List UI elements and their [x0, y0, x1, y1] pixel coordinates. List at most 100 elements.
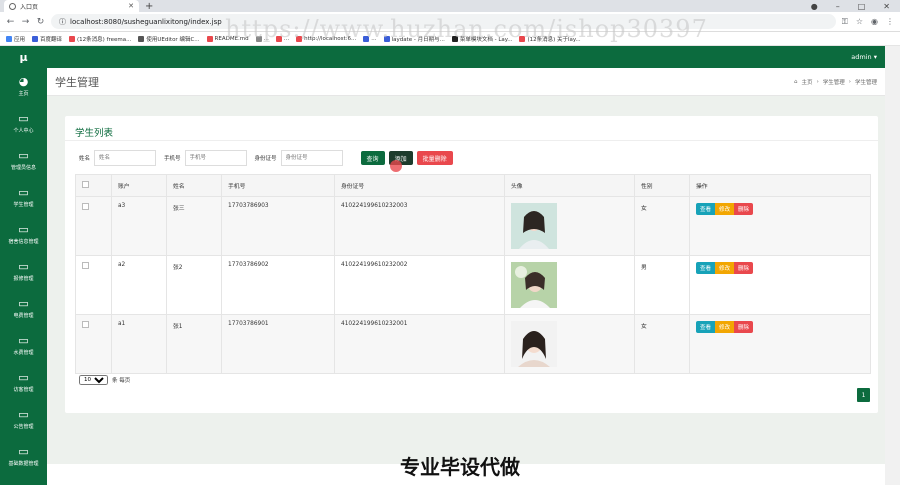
pagination-page-button[interactable]: 1	[857, 388, 870, 402]
bookmark-item[interactable]: (12条消息) freema...	[69, 35, 131, 43]
sidebar-item-notices[interactable]: ▭ 公告管理	[0, 401, 47, 438]
monitor-icon: ▭	[18, 334, 29, 347]
star-icon[interactable]: ☆	[856, 17, 863, 27]
bookmark-item[interactable]: 使用UEditor 编辑C...	[138, 35, 200, 43]
address-bar-row: ← → ↻ ⓘ localhost:8080/susheguanlixitong…	[0, 12, 900, 32]
key-icon[interactable]: ⚿	[842, 17, 848, 27]
bookmark-item[interactable]: http://localhost:6...	[296, 35, 356, 42]
name-filter-label: 姓名	[79, 156, 91, 162]
sidebar-item-profile[interactable]: ▭ 个人中心	[0, 105, 47, 142]
panel-divider	[65, 140, 878, 141]
delete-button[interactable]: 删除	[734, 262, 754, 274]
menu-icon[interactable]: ⋮	[886, 17, 894, 27]
sidebar-item-students[interactable]: ▭ 学生管理	[0, 179, 47, 216]
sidebar-item-home[interactable]: ◕ 主页	[0, 68, 47, 105]
delete-button[interactable]: 删除	[734, 321, 754, 333]
page-size-select[interactable]: 10	[79, 375, 108, 385]
sidebar-item-admins[interactable]: ▭ 管理员信息	[0, 142, 47, 179]
idcard-cell: 410224199610232003	[334, 196, 505, 256]
user-menu[interactable]: admin ▾	[851, 53, 885, 61]
actions-cell: 查看 修改 删除	[689, 314, 871, 374]
browser-tab[interactable]: 入口页 ✕	[4, 0, 139, 12]
sidebar-item-electricity[interactable]: ▭ 电费管理	[0, 290, 47, 327]
monitor-icon: ▭	[18, 408, 29, 421]
close-tab-icon[interactable]: ✕	[128, 2, 134, 10]
bookmark-item[interactable]: 百度翻译	[32, 35, 62, 43]
edit-button[interactable]: 修改	[715, 321, 735, 333]
bookmark-item[interactable]: ...	[363, 35, 377, 42]
bookmark-item[interactable]: laydate - 月日期与...	[383, 35, 445, 43]
edit-button[interactable]: 修改	[715, 262, 735, 274]
column-header: 头像	[504, 174, 635, 197]
monitor-icon: ▭	[18, 186, 29, 199]
bookmark-item[interactable]: 应用	[6, 35, 25, 43]
breadcrumb-home[interactable]: 主页	[802, 78, 813, 86]
page-title: 学生管理	[55, 75, 99, 89]
mouse-cursor-highlight	[390, 160, 402, 172]
bookmark-item[interactable]: 菜单模块文档 - Lay...	[451, 35, 512, 43]
bookmark-icon	[383, 35, 390, 42]
account-icon[interactable]: ◉	[871, 17, 878, 27]
search-button[interactable]: 查询	[360, 151, 385, 165]
bookmark-icon	[296, 35, 303, 42]
close-window-icon[interactable]: ✕	[883, 2, 890, 11]
bookmark-icon	[275, 35, 282, 42]
phone-cell: 17703786901	[221, 314, 335, 374]
sidebar-item-visitors[interactable]: ▭ 访客管理	[0, 364, 47, 401]
phone-filter-input[interactable]	[184, 150, 247, 166]
name-cell: 张1	[166, 314, 222, 374]
sidebar-item-basic-data[interactable]: ▭ 基础数据管理	[0, 438, 47, 475]
bookmark-item[interactable]: ...	[275, 35, 289, 42]
monitor-icon: ▭	[18, 371, 29, 384]
phone-cell: 17703786902	[221, 255, 335, 315]
new-tab-icon[interactable]: +	[145, 1, 153, 12]
home-icon: ⌂	[794, 78, 798, 85]
per-page-label: 条 每页	[112, 378, 131, 384]
account-cell: a1	[111, 314, 167, 374]
row-checkbox[interactable]	[82, 203, 89, 210]
url-field[interactable]: ⓘ localhost:8080/susheguanlixitong/index…	[51, 14, 836, 29]
table-header-row: 账户 姓名 手机号 身份证号 头像 性别 操作	[75, 174, 871, 197]
delete-button[interactable]: 删除	[734, 203, 754, 215]
window-controls: ● – □ ✕	[811, 2, 900, 11]
bookmark-icon	[69, 35, 76, 42]
row-select-cell	[75, 255, 112, 315]
bookmark-icon	[363, 35, 370, 42]
sidebar-item-dorms[interactable]: ▭ 宿舍信息管理	[0, 216, 47, 253]
row-select-cell	[75, 314, 112, 374]
sidebar-item-water[interactable]: ▭ 水费管理	[0, 327, 47, 364]
view-button[interactable]: 查看	[696, 321, 716, 333]
actions-cell: 查看 修改 删除	[689, 196, 871, 256]
monitor-icon: ▭	[18, 112, 29, 125]
name-filter-input[interactable]	[94, 150, 157, 166]
avatar-cell	[504, 196, 635, 256]
view-button[interactable]: 查看	[696, 262, 716, 274]
row-checkbox[interactable]	[82, 262, 89, 269]
select-all-checkbox[interactable]	[82, 181, 89, 188]
view-button[interactable]: 查看	[696, 203, 716, 215]
row-checkbox[interactable]	[82, 321, 89, 328]
sidebar-item-repairs[interactable]: ▭ 报修管理	[0, 253, 47, 290]
edit-button[interactable]: 修改	[715, 203, 735, 215]
panel-title: 学生列表	[75, 128, 114, 139]
forward-icon[interactable]: →	[21, 17, 30, 27]
idcard-filter-input[interactable]	[280, 150, 343, 166]
batch-delete-button[interactable]: 批量删除	[416, 151, 453, 165]
bookmark-item[interactable]: README.md	[206, 35, 249, 42]
minimize-icon[interactable]: –	[836, 2, 840, 11]
reload-icon[interactable]: ↻	[36, 17, 45, 27]
profile-icon[interactable]: ●	[811, 2, 818, 11]
back-icon[interactable]: ←	[6, 17, 15, 27]
column-header: 身份证号	[334, 174, 505, 197]
bookmark-item[interactable]: (12条消息) 关于lay...	[519, 35, 581, 43]
name-cell: 张三	[166, 196, 222, 256]
app-logo[interactable]: μ	[0, 51, 47, 64]
maximize-icon[interactable]: □	[858, 2, 866, 11]
bookmark-item[interactable]: ...	[255, 35, 269, 42]
page-scrollbar[interactable]	[885, 46, 900, 485]
column-header: 账户	[111, 174, 167, 197]
breadcrumb-section[interactable]: 学生管理	[823, 78, 845, 86]
app-header: μ admin ▾	[0, 46, 885, 68]
avatar-cell	[504, 314, 635, 374]
monitor-icon: ▭	[18, 260, 29, 273]
